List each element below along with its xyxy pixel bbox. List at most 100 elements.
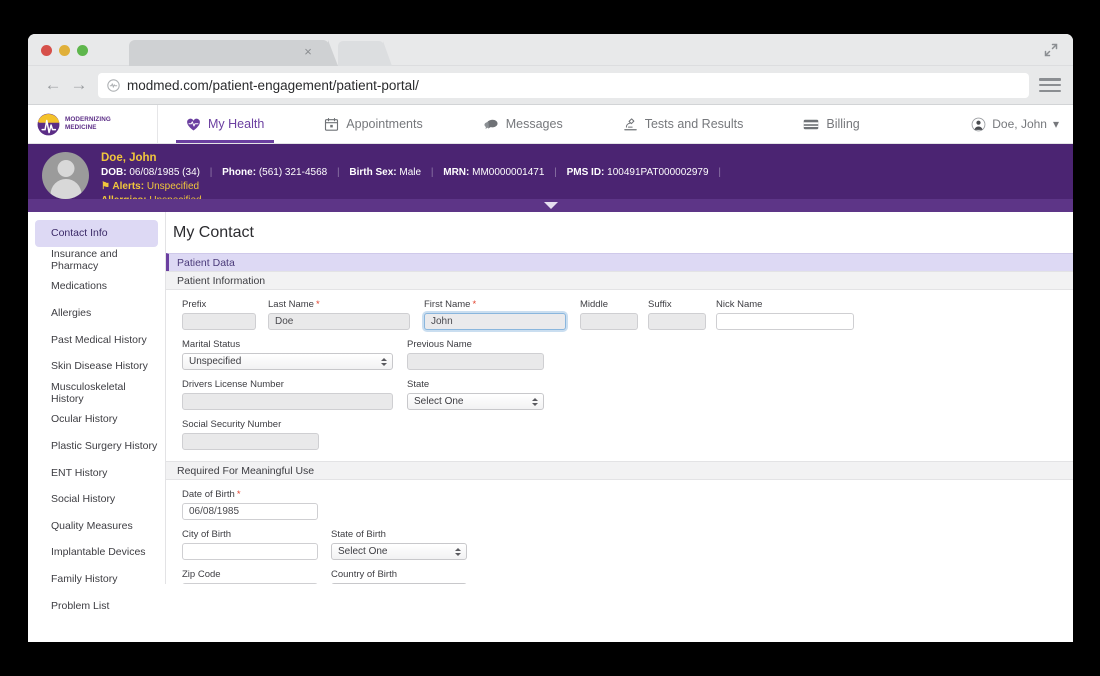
- field-label: Last Name*: [268, 299, 410, 310]
- sidebar-item-allergies[interactable]: Allergies: [35, 300, 158, 327]
- nav-item-messages[interactable]: Messages: [473, 105, 573, 143]
- field-state: State Select One: [407, 379, 544, 410]
- expand-icon[interactable]: [1043, 42, 1059, 58]
- sidebar-item-contact-info[interactable]: Contact Info: [35, 220, 158, 247]
- sidebar-item-medications[interactable]: Medications: [35, 273, 158, 300]
- avatar-head: [57, 160, 74, 177]
- ssn-input[interactable]: [182, 433, 319, 450]
- window-controls: [41, 45, 88, 56]
- field-label: State of Birth: [331, 529, 467, 540]
- date-of-birth-input[interactable]: 06/08/1985: [182, 503, 318, 520]
- browser-toolbar: ← → modmed.com/patient-engagement/patien…: [28, 66, 1073, 105]
- sidebar-item-skin-disease-history[interactable]: Skin Disease History: [35, 353, 158, 380]
- forward-button[interactable]: →: [66, 72, 92, 98]
- address-bar-url: modmed.com/patient-engagement/patient-po…: [127, 78, 419, 93]
- sidebar-item-past-medical-history[interactable]: Past Medical History: [35, 326, 158, 353]
- brand-line-1: MODERNIZING: [65, 116, 111, 124]
- minimize-window-button[interactable]: [59, 45, 70, 56]
- form-row: Zip Code Country of Birth Select One: [182, 569, 1073, 584]
- required-marker: *: [316, 299, 320, 310]
- patient-alerts: ⚑ Alerts: Unspecified: [101, 181, 728, 192]
- zip-code-input[interactable]: [182, 583, 318, 584]
- country-of-birth-select[interactable]: Select One: [331, 583, 467, 584]
- patient-name: Doe, John: [101, 152, 728, 164]
- nav-item-tests-and-results[interactable]: Tests and Results: [613, 105, 754, 143]
- stepper-arrows-icon: [381, 358, 387, 366]
- sidebar-item-social-history[interactable]: Social History: [35, 486, 158, 513]
- form-row: Prefix Last Name* Doe First Name* John M…: [182, 299, 1073, 330]
- brand-logo[interactable]: MODERNIZING MEDICINE: [28, 105, 158, 143]
- nav-item-my-health[interactable]: My Health: [176, 105, 274, 143]
- alerts-value: Unspecified: [147, 181, 199, 192]
- subsection-header-label: Required For Meaningful Use: [177, 465, 314, 477]
- state-of-birth-select[interactable]: Select One: [331, 543, 467, 560]
- sidebar-item-insurance-and-pharmacy[interactable]: Insurance and Pharmacy: [35, 247, 158, 274]
- new-tab-button[interactable]: [338, 41, 384, 66]
- sidebar-item-quality-measures[interactable]: Quality Measures: [35, 513, 158, 540]
- nav-item-billing[interactable]: Billing: [793, 105, 869, 143]
- browser-window: × ← → modmed.com/patient-engagement/pati…: [28, 34, 1073, 642]
- maximize-window-button[interactable]: [77, 45, 88, 56]
- sidebar-item-musculoskeletal-history[interactable]: Musculoskeletal History: [35, 380, 158, 407]
- chevron-down-icon[interactable]: [544, 202, 558, 209]
- nav-item-label: Billing: [826, 117, 859, 131]
- section-header-patient-data: Patient Data: [166, 253, 1073, 271]
- required-marker: *: [472, 299, 476, 310]
- first-name-input[interactable]: John: [424, 313, 566, 330]
- page-body: Contact Info Insurance and Pharmacy Medi…: [28, 212, 1073, 584]
- city-of-birth-input[interactable]: [182, 543, 318, 560]
- nav-item-label: Tests and Results: [645, 117, 744, 131]
- last-name-input[interactable]: Doe: [268, 313, 410, 330]
- previous-name-input[interactable]: [407, 353, 544, 370]
- mrn-value: MM0000001471: [472, 167, 544, 178]
- field-nick-name: Nick Name: [716, 299, 854, 330]
- nav-items: My Health Appointments Messages: [158, 105, 971, 143]
- sidebar-item-ent-history[interactable]: ENT History: [35, 459, 158, 486]
- sidebar-item-family-history[interactable]: Family History: [35, 566, 158, 593]
- prefix-input[interactable]: [182, 313, 256, 330]
- sidebar-item-label: Plastic Surgery History: [51, 440, 157, 452]
- nav-item-appointments[interactable]: Appointments: [314, 105, 432, 143]
- browser-tab[interactable]: ×: [129, 40, 329, 66]
- field-country-of-birth: Country of Birth Select One: [331, 569, 467, 584]
- field-label: Nick Name: [716, 299, 854, 310]
- browser-menu-icon[interactable]: [1039, 76, 1061, 94]
- label-text: Drivers License Number: [182, 379, 284, 390]
- avatar-body: [50, 179, 81, 199]
- divider: |: [337, 167, 340, 178]
- field-label: Date of Birth*: [182, 489, 318, 500]
- sidebar-item-ocular-history[interactable]: Ocular History: [35, 406, 158, 433]
- user-menu[interactable]: Doe, John ▾: [971, 105, 1073, 143]
- state-select[interactable]: Select One: [407, 393, 544, 410]
- label-text: Zip Code: [182, 569, 221, 580]
- field-drivers-license-number: Drivers License Number: [182, 379, 393, 410]
- field-label: Drivers License Number: [182, 379, 393, 390]
- drivers-license-input[interactable]: [182, 393, 393, 410]
- sidebar-item-label: Medications: [51, 280, 107, 292]
- brand-name: MODERNIZING MEDICINE: [65, 116, 111, 131]
- nav-item-label: Appointments: [346, 117, 422, 131]
- middle-input[interactable]: [580, 313, 638, 330]
- field-label: Country of Birth: [331, 569, 467, 580]
- stepper-arrows-icon: [455, 548, 461, 556]
- modernizing-medicine-logo-icon: [37, 113, 60, 136]
- label-text: Middle: [580, 299, 608, 310]
- banner-collapse-bar[interactable]: [28, 199, 1073, 212]
- form-row: Date of Birth* 06/08/1985: [182, 489, 1073, 520]
- sidebar-item-implantable-devices[interactable]: Implantable Devices: [35, 539, 158, 566]
- tab-close-icon[interactable]: ×: [301, 45, 315, 59]
- suffix-input[interactable]: [648, 313, 706, 330]
- chevron-down-icon: ▾: [1053, 117, 1059, 131]
- sidebar-item-label: Musculoskeletal History: [51, 381, 158, 405]
- close-window-button[interactable]: [41, 45, 52, 56]
- nick-name-input[interactable]: [716, 313, 854, 330]
- back-button[interactable]: ←: [40, 72, 66, 98]
- sidebar-item-plastic-surgery-history[interactable]: Plastic Surgery History: [35, 433, 158, 460]
- address-bar[interactable]: modmed.com/patient-engagement/patient-po…: [98, 73, 1029, 98]
- sidebar-item-problem-list[interactable]: Problem List: [35, 592, 158, 619]
- sidebar-item-label: Social History: [51, 493, 115, 505]
- dob-label: DOB:: [101, 167, 127, 178]
- patient-avatar: [42, 152, 89, 199]
- marital-status-select[interactable]: Unspecified: [182, 353, 393, 370]
- section-header-label: Patient Data: [177, 257, 235, 269]
